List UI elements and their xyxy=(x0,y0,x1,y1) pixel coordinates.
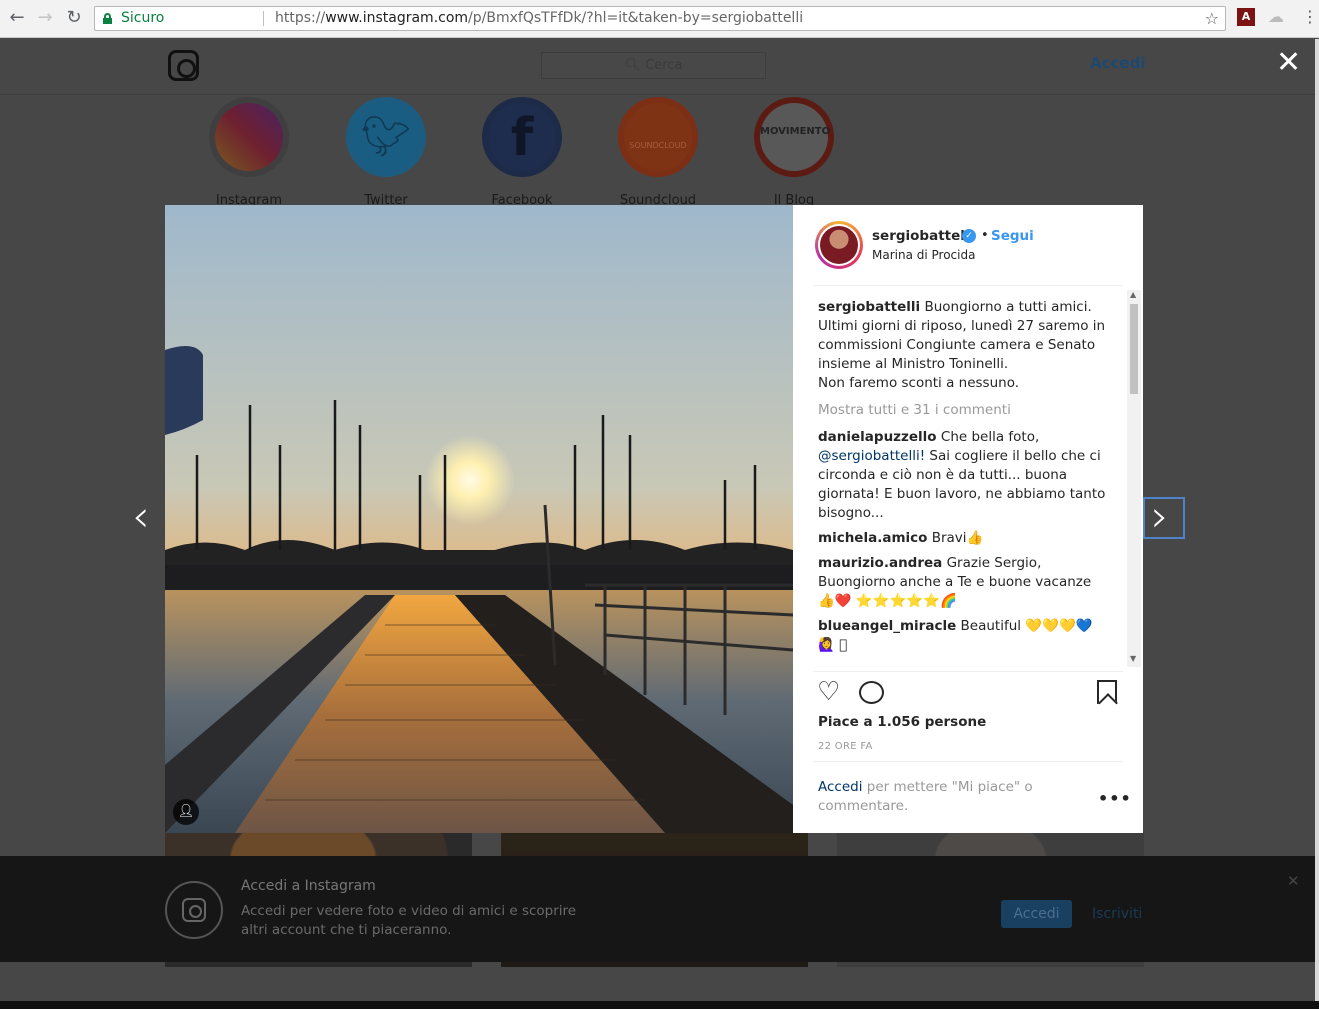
comment-username[interactable]: danielapuzzello xyxy=(818,429,937,445)
comment-username[interactable]: maurizio.andrea xyxy=(818,555,942,571)
caption-line2: Non faremo sconti a nessuno. xyxy=(818,375,1020,391)
login-bar-title: Accedi a Instagram xyxy=(241,878,376,894)
comment: blueangel_miracle Beautiful 💛💛💛💙 🙋‍♀️ 🏻 xyxy=(818,618,1093,653)
dot-separator: • xyxy=(981,228,989,243)
comment: michela.amico Bravi👍 xyxy=(818,530,984,546)
login-prompt-bar: Accedi a Instagram Accedi per vedere fot… xyxy=(0,856,1315,962)
chevron-left-icon[interactable]: ‹ xyxy=(132,495,150,539)
highlight-instagram[interactable] xyxy=(209,97,289,177)
chevron-right-icon[interactable]: › xyxy=(1151,495,1169,539)
comment-username[interactable]: blueangel_miracle xyxy=(818,618,956,634)
address-bar[interactable]: Sicuro https://www.instagram.com/p/BmxfQ… xyxy=(94,6,1226,31)
highlight-facebook[interactable]: f xyxy=(482,97,562,177)
show-all-comments-link[interactable]: Mostra tutti e 31 i commenti xyxy=(818,401,1108,420)
heart-icon[interactable]: ♡ xyxy=(817,679,840,705)
star-icon[interactable]: ☆ xyxy=(1205,7,1219,30)
post-time[interactable]: 22 ORE FA xyxy=(818,741,873,752)
login-bar-text: Accedi per vedere foto e video di amici … xyxy=(241,903,577,938)
close-icon[interactable]: ✕ xyxy=(1276,48,1301,78)
post-location[interactable]: Marina di Procida xyxy=(872,248,975,262)
divider xyxy=(813,285,1123,286)
highlight-twitter[interactable]: 🐦︎ xyxy=(346,97,426,177)
bookmark-icon[interactable] xyxy=(1097,680,1117,704)
follow-button[interactable]: Segui xyxy=(991,228,1034,244)
caption: sergiobattelli Buongiorno a tutti amici.… xyxy=(818,298,1108,393)
cloud-icon[interactable]: ☁ xyxy=(1268,8,1286,26)
comment: danielapuzzello Che bella foto, @sergiob… xyxy=(818,429,1106,521)
comments-scrollbar[interactable]: ▲ ▼ xyxy=(1127,290,1141,667)
signup-link[interactable]: Iscriviti xyxy=(1092,906,1142,922)
reload-icon[interactable]: ↻ xyxy=(63,7,85,29)
more-options-icon[interactable]: ••• xyxy=(1098,789,1132,808)
back-icon[interactable]: ← xyxy=(6,7,28,29)
ig-header: 🔍︎ Cerca Accedi ✕ xyxy=(0,39,1319,95)
scroll-up-icon[interactable]: ▲ xyxy=(1130,290,1136,299)
login-button[interactable]: Accedi xyxy=(1001,900,1072,928)
lock-icon xyxy=(103,13,112,24)
scroll-down-icon[interactable]: ▼ xyxy=(1130,654,1136,663)
comment: maurizio.andrea Grazie Sergio, Buongiorn… xyxy=(818,555,1092,609)
avatar[interactable] xyxy=(815,221,863,269)
caption-username[interactable]: sergiobattelli xyxy=(818,299,920,315)
header-login-link[interactable]: Accedi xyxy=(1090,54,1145,72)
post-photo[interactable] xyxy=(165,205,793,833)
search-icon: 🔍︎ xyxy=(624,58,646,73)
login-note: Accedi per mettere "Mi piace" o commenta… xyxy=(818,779,1033,814)
secure-label: Sicuro xyxy=(121,10,165,26)
omnibox-divider xyxy=(263,11,264,26)
post-details-panel: sergiobattelli ✓ • Segui Marina di Proci… xyxy=(793,205,1143,833)
close-icon[interactable]: ✕ xyxy=(1287,872,1300,890)
comment-username[interactable]: michela.amico xyxy=(818,530,927,546)
instagram-logo-icon xyxy=(165,881,223,939)
instagram-logo-icon[interactable] xyxy=(168,50,199,81)
pdf-icon[interactable]: A xyxy=(1237,8,1255,26)
url-text[interactable]: https://www.instagram.com/p/BmxfQsTFfDk/… xyxy=(275,7,803,30)
likes-count[interactable]: Piace a 1.056 persone xyxy=(818,714,986,730)
comments-list[interactable]: sergiobattelli Buongiorno a tutti amici.… xyxy=(818,298,1108,666)
post-username[interactable]: sergiobattelli xyxy=(872,228,974,244)
highlight-soundcloud[interactable]: SOUNDCLOUD xyxy=(618,97,698,177)
sunset-harbor-image xyxy=(165,205,793,833)
page-scrollbar[interactable] xyxy=(1315,39,1319,1001)
highlight-blog[interactable]: MOVIMENTO xyxy=(754,97,834,177)
comment-icon[interactable] xyxy=(859,681,884,704)
divider xyxy=(813,761,1123,762)
browser-toolbar: ← → ↻ Sicuro https://www.instagram.com/p… xyxy=(0,0,1319,38)
forward-icon[interactable]: → xyxy=(34,7,56,29)
verified-icon: ✓ xyxy=(962,229,976,243)
menu-icon[interactable]: ⋮ xyxy=(1302,8,1318,26)
taskbar xyxy=(0,1001,1319,1009)
scroll-thumb[interactable] xyxy=(1130,304,1138,394)
login-link[interactable]: Accedi xyxy=(818,779,862,795)
user-tag-icon[interactable]: 👤︎ xyxy=(173,799,199,825)
mention-link[interactable]: @sergiobattelli! xyxy=(818,448,925,464)
search-input[interactable]: 🔍︎ Cerca xyxy=(541,52,766,79)
divider xyxy=(813,671,1123,672)
